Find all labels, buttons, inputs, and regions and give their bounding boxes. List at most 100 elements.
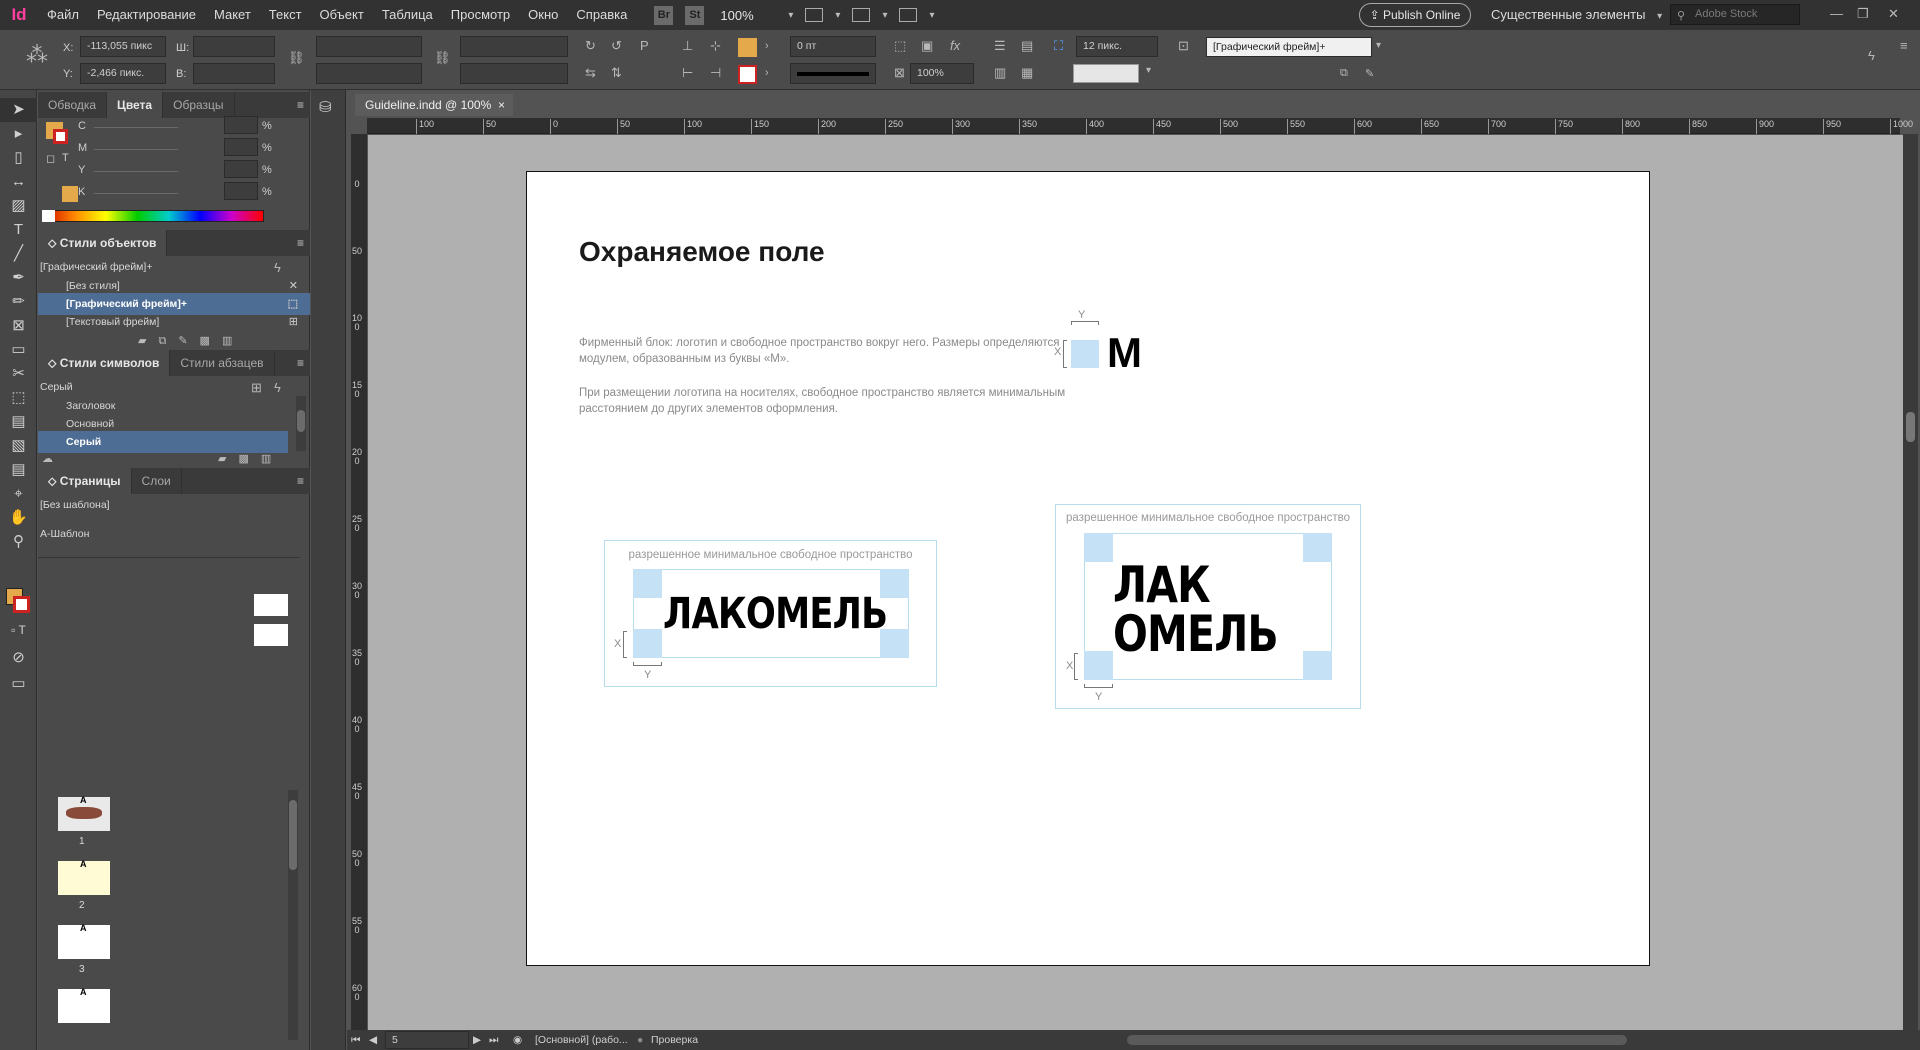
new-from-selection-icon[interactable]: ⊞ [251,380,262,396]
rotate-ccw-icon[interactable]: ↺ [611,38,622,54]
tab-object-styles[interactable]: ⬦ Стили объектов [38,230,168,256]
module-square[interactable] [1071,340,1099,368]
restore-icon[interactable]: ❐ [1857,6,1869,22]
preflight-status[interactable]: Проверка [651,1030,698,1050]
logo-horizontal[interactable]: ЛАКОМЕЛЬ [663,593,888,636]
horizontal-ruler[interactable]: 100 50 0 50 100 150 200 250 300 350 400 450 500 550 60… [367,118,1913,134]
width-field[interactable] [193,36,275,57]
stock-button[interactable]: St [685,5,705,25]
hand-tool-icon[interactable]: ✋ [0,506,37,530]
transform-tool-icon[interactable]: ⬚ [0,386,37,410]
vertical-scrollbar[interactable] [1903,134,1918,1034]
content-collector-icon[interactable]: ▨ [0,194,37,218]
scrollbar-thumb[interactable] [1906,412,1915,442]
view-options-icon[interactable] [805,8,824,22]
panel-menu-icon[interactable]: ≡ [297,474,304,488]
module-letter[interactable]: M [1107,332,1142,374]
text-path-icon[interactable]: P [640,38,649,53]
chevron-right-icon[interactable]: › [765,40,769,52]
folder-icon[interactable]: ▰ [138,335,158,347]
scrollbar-thumb[interactable] [289,800,297,870]
channel-k-slider[interactable] [94,193,178,194]
last-page-icon[interactable]: ⏭ [489,1030,498,1050]
none-swatch-icon[interactable] [42,210,55,222]
y-position-field[interactable]: -2,466 пикс. [80,63,166,84]
shear-field[interactable] [460,63,568,84]
first-page-icon[interactable]: ⏮ [351,1030,360,1050]
list-item[interactable]: Серый [38,431,288,453]
tint-swatch[interactable] [62,186,78,202]
frame-icon[interactable]: ⬚ [894,38,906,54]
x-position-field[interactable]: -113,055 пикс [80,36,166,57]
auto-fit-icon[interactable]: ⛶ [1054,38,1063,54]
menu-table[interactable]: Таблица [373,0,442,30]
flip-horizontal-icon[interactable]: ⇆ [585,65,596,81]
tab-char-styles[interactable]: ⬦ Стили символов [38,350,171,376]
logo-stacked-line2[interactable]: ОМЕЛЬ [1113,609,1279,659]
arrange-documents-icon[interactable] [899,8,918,22]
publish-online-button[interactable]: ⇪ Publish Online [1359,3,1471,27]
override-icon[interactable]: ⧉ [158,335,178,347]
flip-vertical-icon[interactable]: ⇅ [611,65,622,81]
master-thumbnail[interactable] [254,594,288,616]
select-content-icon[interactable]: ⊹ [710,38,721,54]
menu-edit[interactable]: Редактирование [88,0,205,30]
chevron-down-icon[interactable]: ▾ [929,10,934,21]
scale-x-field[interactable] [316,36,422,57]
panel-menu-icon[interactable]: ≡ [297,356,304,370]
stock-search-input[interactable]: ⚲ Adobe Stock [1670,4,1800,25]
formatting-text-icon[interactable]: T [62,152,69,164]
fill-preview-field[interactable] [1073,64,1139,83]
pen-tool-icon[interactable]: ✒ [0,266,37,290]
body-paragraph[interactable]: При размещении логотипа на носителях, св… [579,386,1069,417]
trash-icon[interactable]: ▥ [222,335,244,347]
pencil-tool-icon[interactable]: ✏ [0,290,37,314]
panel-menu-icon[interactable]: ≡ [297,98,304,112]
chevron-down-icon[interactable]: ▾ [835,10,840,21]
zoom-tool-icon[interactable]: ⚲ [0,530,37,554]
rotate-cw-icon[interactable]: ↻ [585,38,596,54]
apply-none-icon[interactable]: ⊘ [0,646,37,670]
stroke-weight-field[interactable]: 0 пт [790,36,876,57]
new-style-lightning-icon[interactable]: ϟ [274,380,281,395]
folder-icon[interactable]: ▰ [218,453,238,465]
tab-layers[interactable]: Слои [132,468,182,494]
eyedropper-icon[interactable]: ⌖ [0,482,37,506]
edit-icon[interactable]: ✎ [178,335,199,347]
menu-file[interactable]: Файл [38,0,88,30]
direct-selection-icon[interactable]: ▸ [0,122,37,146]
menu-window[interactable]: Окно [519,0,567,30]
screen-mode-icon[interactable]: ▭ [0,672,37,696]
trash-icon[interactable]: ▥ [261,453,283,465]
height-field[interactable] [193,63,275,84]
tab-stroke[interactable]: Обводка [38,92,108,118]
page-tool-icon[interactable]: ▯ [0,146,37,170]
horizontal-scrollbar[interactable] [1127,1035,1627,1045]
gradient-tool-icon[interactable]: ▤ [0,410,37,434]
scissors-tool-icon[interactable]: ✂ [0,362,37,386]
master-a[interactable]: A-Шаблон [38,523,310,545]
effects-icon[interactable]: fx [950,38,960,53]
selection-tool-icon[interactable]: ➤ [0,98,37,122]
stroke-swatch[interactable] [53,129,68,144]
formatting-container-icon[interactable]: ▫ T [0,618,37,642]
rectangle-frame-icon[interactable]: ⊠ [0,314,37,338]
menu-help[interactable]: Справка [567,0,636,30]
master-status[interactable]: [Основной] (рабо... [535,1030,628,1050]
master-thumbnail[interactable] [254,624,288,646]
type-tool-icon[interactable]: T [0,218,37,242]
prev-page-icon[interactable]: ◀ [369,1030,377,1050]
body-paragraph[interactable]: Фирменный блок: логотип и свободное прос… [579,336,1069,367]
channel-m-field[interactable] [224,138,258,156]
channel-c-field[interactable] [224,116,258,134]
chevron-down-icon[interactable]: ▾ [788,10,793,21]
object-style-icon[interactable]: ⊡ [1178,38,1189,54]
color-spectrum[interactable] [42,210,264,222]
next-page-icon[interactable]: ▶ [473,1030,481,1050]
lightning-icon[interactable]: ϟ [1868,48,1875,63]
rotation-field[interactable] [460,36,568,57]
gradient-feather-icon[interactable]: ▧ [0,434,37,458]
workspace-switcher[interactable]: Существенные элементы ▾ [1491,7,1670,22]
bridge-button[interactable]: Br [654,5,674,25]
channel-y-field[interactable] [224,160,258,178]
